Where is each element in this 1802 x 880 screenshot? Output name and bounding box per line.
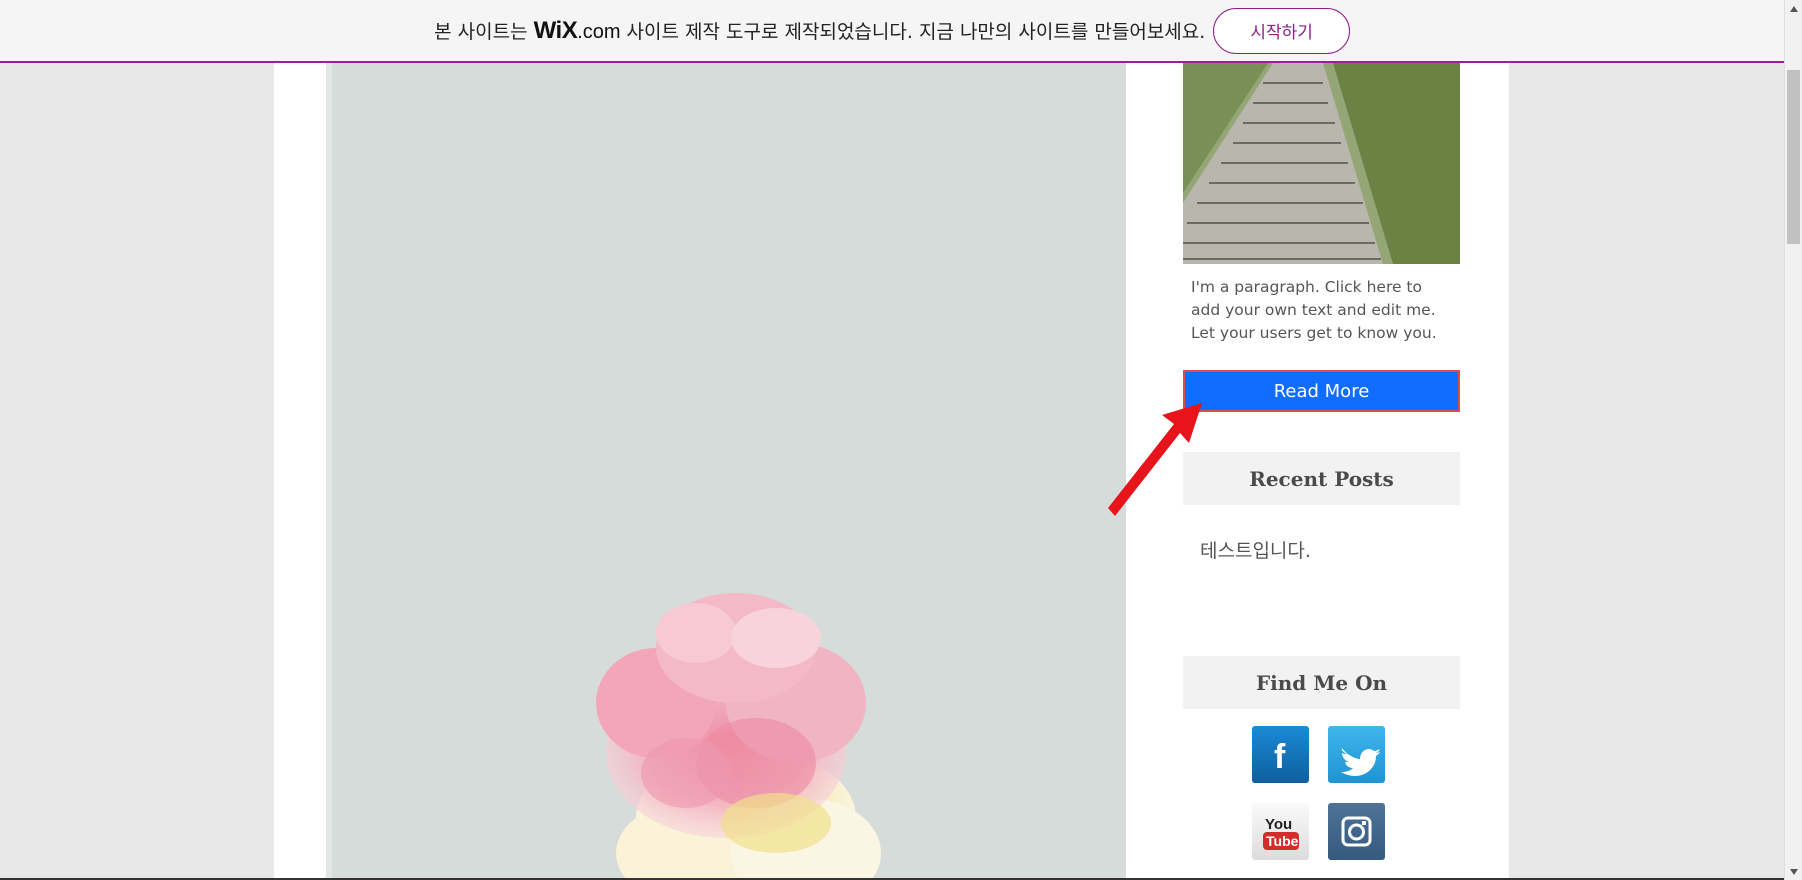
start-button[interactable]: 시작하기 [1213, 7, 1350, 54]
find-me-on-title: Find Me On [1183, 656, 1460, 709]
recent-posts-title: Recent Posts [1183, 452, 1460, 505]
svg-text:Tube: Tube [1266, 833, 1299, 849]
svg-text:You: You [1265, 816, 1292, 833]
banner-text-before: 본 사이트는 [434, 21, 528, 43]
twitter-icon[interactable] [1328, 726, 1385, 783]
facebook-icon[interactable]: f [1252, 726, 1309, 783]
vertical-scrollbar[interactable] [1784, 0, 1802, 880]
cotton-candy-image [596, 593, 881, 880]
banner-text-after: 사이트 제작 도구로 제작되었습니다. 지금 나만의 사이트를 만들어보세요. [626, 21, 1206, 43]
scroll-down-icon[interactable] [1785, 863, 1802, 880]
about-paragraph: I'm a paragraph. Click here to add your … [1191, 278, 1437, 342]
banner-message: 본 사이트는 WiX.com 사이트 제작 도구로 제작되었습니다. 지금 나만… [434, 17, 1205, 45]
boardwalk-image[interactable] [1183, 63, 1460, 264]
youtube-icon[interactable]: You Tube [1252, 803, 1309, 860]
instagram-icon[interactable] [1328, 803, 1385, 860]
scroll-thumb[interactable] [1787, 70, 1800, 244]
sidebar: I'm a paragraph. Click here to add your … [1183, 63, 1460, 880]
read-more-button[interactable]: Read More [1183, 370, 1460, 412]
hero-image [326, 63, 1126, 880]
wix-promo-banner: 본 사이트는 WiX.com 사이트 제작 도구로 제작되었습니다. 지금 나만… [0, 0, 1784, 63]
annotation-arrow-icon [1108, 403, 1202, 516]
scroll-up-icon[interactable] [1785, 0, 1802, 17]
svg-text:f: f [1274, 738, 1286, 776]
wix-logo: WiX.com [533, 16, 621, 44]
recent-post-link[interactable]: 테스트입니다. [1200, 536, 1311, 563]
